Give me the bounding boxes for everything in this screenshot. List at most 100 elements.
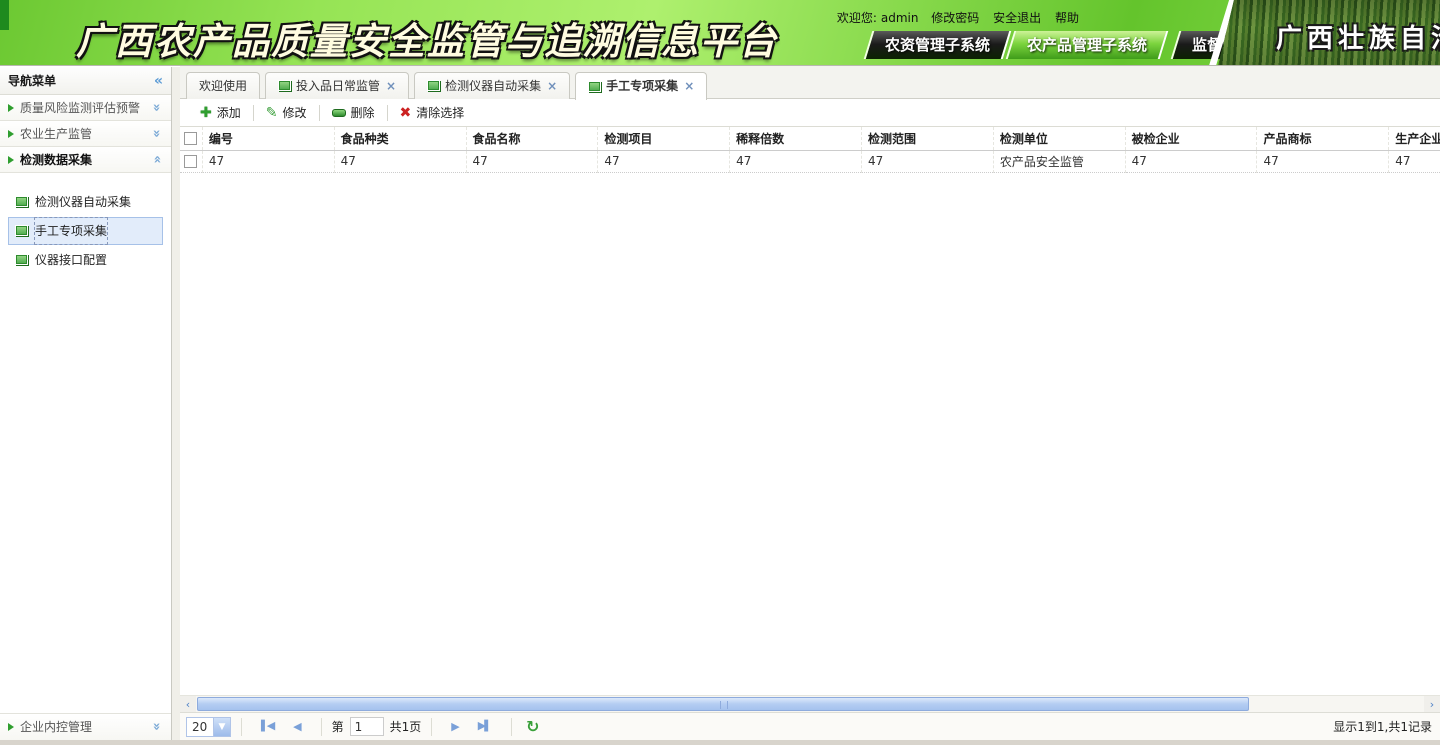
document-tab-bar: 欢迎使用 投入品日常监管 × 检测仪器自动采集 × 手工专项采集 × (180, 66, 1440, 99)
tab-input-supervision[interactable]: 投入品日常监管 × (265, 72, 409, 99)
sidebar-title: 导航菜单 (8, 74, 56, 88)
sidebar-section-body: 检测仪器自动采集 手工专项采集 仪器接口配置 (0, 173, 171, 274)
record-summary: 显示1到1,共1记录 (1333, 718, 1432, 735)
page-size-select[interactable]: 20 ▼ (186, 717, 231, 737)
grid-header-row: 编号 食品种类 食品名称 检测项目 稀释倍数 检测范围 检测单位 被检企业 产品… (180, 127, 1440, 150)
column-header[interactable]: 生产企业 (1389, 127, 1440, 150)
sidebar-item-manual-collection[interactable]: 手工专项采集 (8, 217, 163, 245)
column-header[interactable]: 食品种类 (334, 127, 466, 150)
system-tab-agri-materials[interactable]: 农资管理子系统 (864, 31, 1012, 59)
total-pages-label: 共1页 (390, 718, 422, 735)
horizontal-scrollbar[interactable]: ‹ › (180, 695, 1440, 712)
cell: 农产品安全监管 (993, 150, 1125, 172)
triangle-icon (8, 130, 14, 138)
grid-toolbar: ✚ 添加 ✎ 修改 删除 ✖ 清除选择 (180, 99, 1440, 127)
tab-welcome[interactable]: 欢迎使用 (186, 72, 260, 99)
triangle-icon (8, 156, 14, 164)
folder-icon (15, 254, 29, 266)
chevron-up-icon[interactable]: « (150, 155, 163, 163)
cell: 47 (730, 150, 862, 172)
page-number-input[interactable] (350, 717, 384, 736)
next-page-button[interactable]: ▶ (451, 717, 459, 737)
sidebar-section-enterprise-control[interactable]: 企业内控管理 « (0, 714, 171, 740)
folder-icon (15, 225, 29, 237)
cell: 47 (1125, 150, 1257, 172)
sidebar-title-bar: 导航菜单 « (0, 67, 171, 95)
triangle-icon (8, 104, 14, 112)
scroll-right-arrow[interactable]: › (1424, 696, 1440, 713)
column-header[interactable]: 检测单位 (993, 127, 1125, 150)
welcome-bar: 欢迎您: admin 修改密码 安全退出 帮助 (837, 9, 1084, 26)
close-icon[interactable]: × (547, 74, 557, 99)
sidebar-item-auto-collection[interactable]: 检测仪器自动采集 (8, 188, 163, 216)
delete-icon (332, 109, 346, 117)
scrollbar-thumb[interactable] (197, 697, 1249, 711)
clear-selection-button[interactable]: ✖ 清除选择 (388, 102, 477, 124)
region-name: 广西壮族自治区 (1276, 18, 1440, 55)
sidebar-section-risk-monitoring[interactable]: 质量风险监测评估预警 « (0, 95, 171, 121)
app-header: 广西农产品质量安全监管与追溯信息平台 欢迎您: admin 修改密码 安全退出 帮… (0, 0, 1440, 66)
window-bottom-strip (0, 740, 1440, 745)
system-tab-agri-products[interactable]: 农产品管理子系统 (1006, 31, 1169, 59)
help-link[interactable]: 帮助 (1055, 11, 1079, 25)
sidebar-section-data-collection[interactable]: 检测数据采集 « (0, 147, 171, 173)
navigation-sidebar: 导航菜单 « 质量风险监测评估预警 « 农业生产监管 « 检测数据采集 « 检测… (0, 67, 172, 740)
application-window: 广西农产品质量安全监管与追溯信息平台 欢迎您: admin 修改密码 安全退出 帮… (0, 0, 1440, 745)
wheat-banner-image: 广西壮族自治区 (1218, 0, 1440, 66)
column-header[interactable]: 被检企业 (1125, 127, 1257, 150)
tab-manual-collection[interactable]: 手工专项采集 × (575, 72, 707, 100)
cell: 47 (861, 150, 993, 172)
cell: 47 (466, 150, 598, 172)
chevron-down-icon[interactable]: « (150, 722, 163, 730)
clear-x-icon: ✖ (400, 105, 412, 121)
dropdown-arrow-icon[interactable]: ▼ (213, 718, 230, 736)
select-all-checkbox[interactable] (184, 132, 197, 145)
tab-auto-collection[interactable]: 检测仪器自动采集 × (414, 72, 570, 99)
folder-icon (278, 80, 292, 92)
row-checkbox[interactable] (184, 155, 197, 168)
edit-button[interactable]: ✎ 修改 (254, 102, 319, 124)
sidebar-collapse-icon[interactable]: « (154, 67, 163, 95)
delete-button[interactable]: 删除 (320, 102, 387, 124)
prev-page-button[interactable]: ◀ (293, 717, 301, 737)
table-row[interactable]: 47 47 47 47 47 47 农产品安全监管 47 47 47 2013-… (180, 150, 1440, 172)
column-header[interactable]: 检测范围 (861, 127, 993, 150)
first-page-button[interactable]: ◀ (261, 716, 275, 737)
chevron-down-icon[interactable]: « (150, 129, 163, 137)
triangle-icon (8, 723, 14, 731)
scroll-left-arrow[interactable]: ‹ (180, 696, 196, 713)
page-label-prefix: 第 (332, 718, 344, 735)
column-header[interactable]: 产品商标 (1257, 127, 1389, 150)
close-icon[interactable]: × (386, 74, 396, 99)
column-header[interactable]: 编号 (202, 127, 334, 150)
username: admin (881, 11, 919, 25)
cell: 47 (1257, 150, 1389, 172)
column-header[interactable]: 检测项目 (598, 127, 730, 150)
logout-link[interactable]: 安全退出 (993, 11, 1041, 25)
cell: 47 (1389, 150, 1440, 172)
welcome-label: 欢迎您: (837, 11, 877, 25)
chevron-down-icon[interactable]: « (150, 103, 163, 111)
pencil-icon: ✎ (266, 105, 278, 121)
column-header[interactable]: 稀释倍数 (730, 127, 862, 150)
last-page-button[interactable]: ▶ (478, 716, 492, 737)
folder-icon (15, 196, 29, 208)
column-header[interactable]: 食品名称 (466, 127, 598, 150)
header-left-notch (0, 0, 9, 30)
main-panel: 欢迎使用 投入品日常监管 × 检测仪器自动采集 × 手工专项采集 × ✚ 添加 (180, 66, 1440, 745)
folder-icon (588, 81, 602, 93)
sidebar-item-interface-config[interactable]: 仪器接口配置 (8, 246, 163, 274)
sidebar-splitter[interactable] (172, 67, 180, 740)
cell: 47 (334, 150, 466, 172)
app-title: 广西农产品质量安全监管与追溯信息平台 (76, 11, 778, 65)
sidebar-section-agri-production[interactable]: 农业生产监管 « (0, 121, 171, 147)
data-grid: 编号 食品种类 食品名称 检测项目 稀释倍数 检测范围 检测单位 被检企业 产品… (180, 127, 1440, 695)
change-password-link[interactable]: 修改密码 (931, 11, 979, 25)
pagination-bar: 20 ▼ ◀ ◀ 第 共1页 ▶ ▶ ↻ 显示1到1,共1记录 (180, 712, 1440, 740)
folder-icon (427, 80, 441, 92)
add-icon: ✚ (200, 105, 212, 121)
close-icon[interactable]: × (684, 74, 694, 99)
cell: 47 (202, 150, 334, 172)
refresh-icon[interactable]: ↻ (526, 717, 539, 736)
add-button[interactable]: ✚ 添加 (188, 102, 253, 124)
